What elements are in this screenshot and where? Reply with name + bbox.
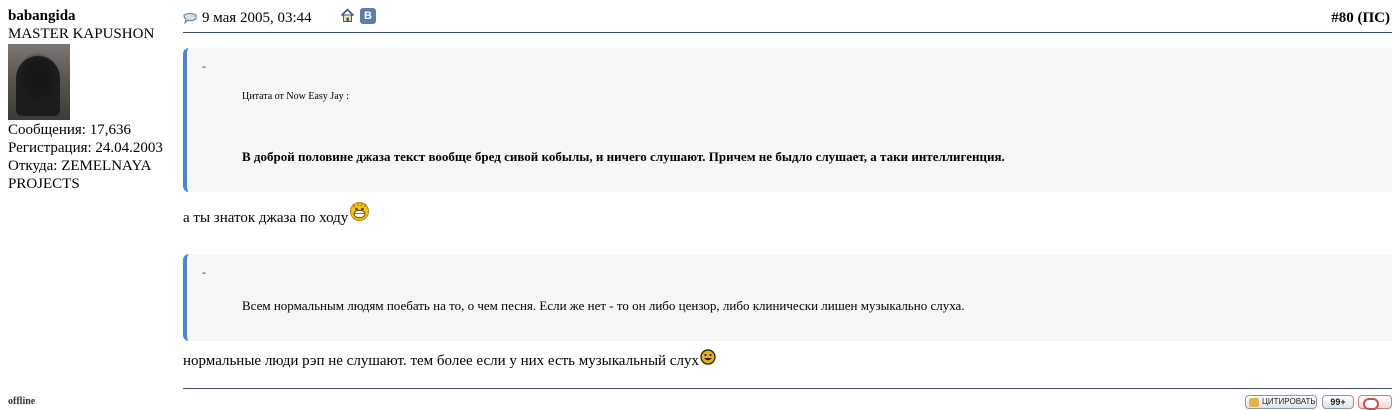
user-location: Откуда: ZEMELNAYA <box>8 158 152 174</box>
post-date: 9 мая 2005, 03:44 <box>202 10 312 26</box>
post-footer: ЦИТИРОВАТЬ 99+ <box>183 388 1392 410</box>
user-registration: Регистрация: 24.04.2003 <box>8 140 163 156</box>
quote-block: - Всем нормальным людям поебать на то, о… <box>183 254 1392 341</box>
username[interactable]: babangida <box>8 7 178 25</box>
quote-author: Цитата от Now Easy Jay : <box>242 91 349 102</box>
vk-icon[interactable]: В <box>360 8 376 24</box>
avatar[interactable] <box>8 44 70 120</box>
laughing-smiley-icon <box>349 201 370 227</box>
post-icon <box>183 12 197 25</box>
home-icon[interactable] <box>340 8 355 23</box>
quote-block: - Цитата от Now Easy Jay : В доброй поло… <box>183 48 1392 192</box>
user-stats: Сообщения: 17,636 Регистрация: 24.04.200… <box>8 121 178 193</box>
user-info: babangida MASTER KAPUSHON Сообщения: 17,… <box>8 7 178 193</box>
reply-text-1: а ты знаток джаза по ходу <box>183 201 370 227</box>
quote-dash: - <box>202 265 206 279</box>
quote-dash: - <box>202 59 206 73</box>
post-date-wrap: 9 мая 2005, 03:44 <box>183 10 312 27</box>
reply-text: нормальные люди рэп не слушают. тем боле… <box>183 353 699 369</box>
quote-text: В доброй половине джаза текст вообще бре… <box>242 149 1005 164</box>
post-number-link[interactable]: #80 <box>1331 10 1354 26</box>
grin-smiley-icon <box>700 349 716 370</box>
online-status: offline <box>8 396 36 407</box>
reply-text-2: нормальные люди рэп не слушают. тем боле… <box>183 349 716 370</box>
user-location-cont: PROJECTS <box>8 176 80 192</box>
reply-text: а ты знаток джаза по ходу <box>183 210 349 226</box>
post-header: 9 мая 2005, 03:44 В #80 (ПС) <box>183 8 1392 33</box>
post-number-suffix: (ПС) <box>1357 10 1391 26</box>
user-title: MASTER KAPUSHON <box>8 26 155 42</box>
post-number: #80 (ПС) <box>1331 10 1390 27</box>
user-messages: Сообщения: 17,636 <box>8 122 131 138</box>
quote-text: Всем нормальным людям поебать на то, о ч… <box>242 298 965 313</box>
